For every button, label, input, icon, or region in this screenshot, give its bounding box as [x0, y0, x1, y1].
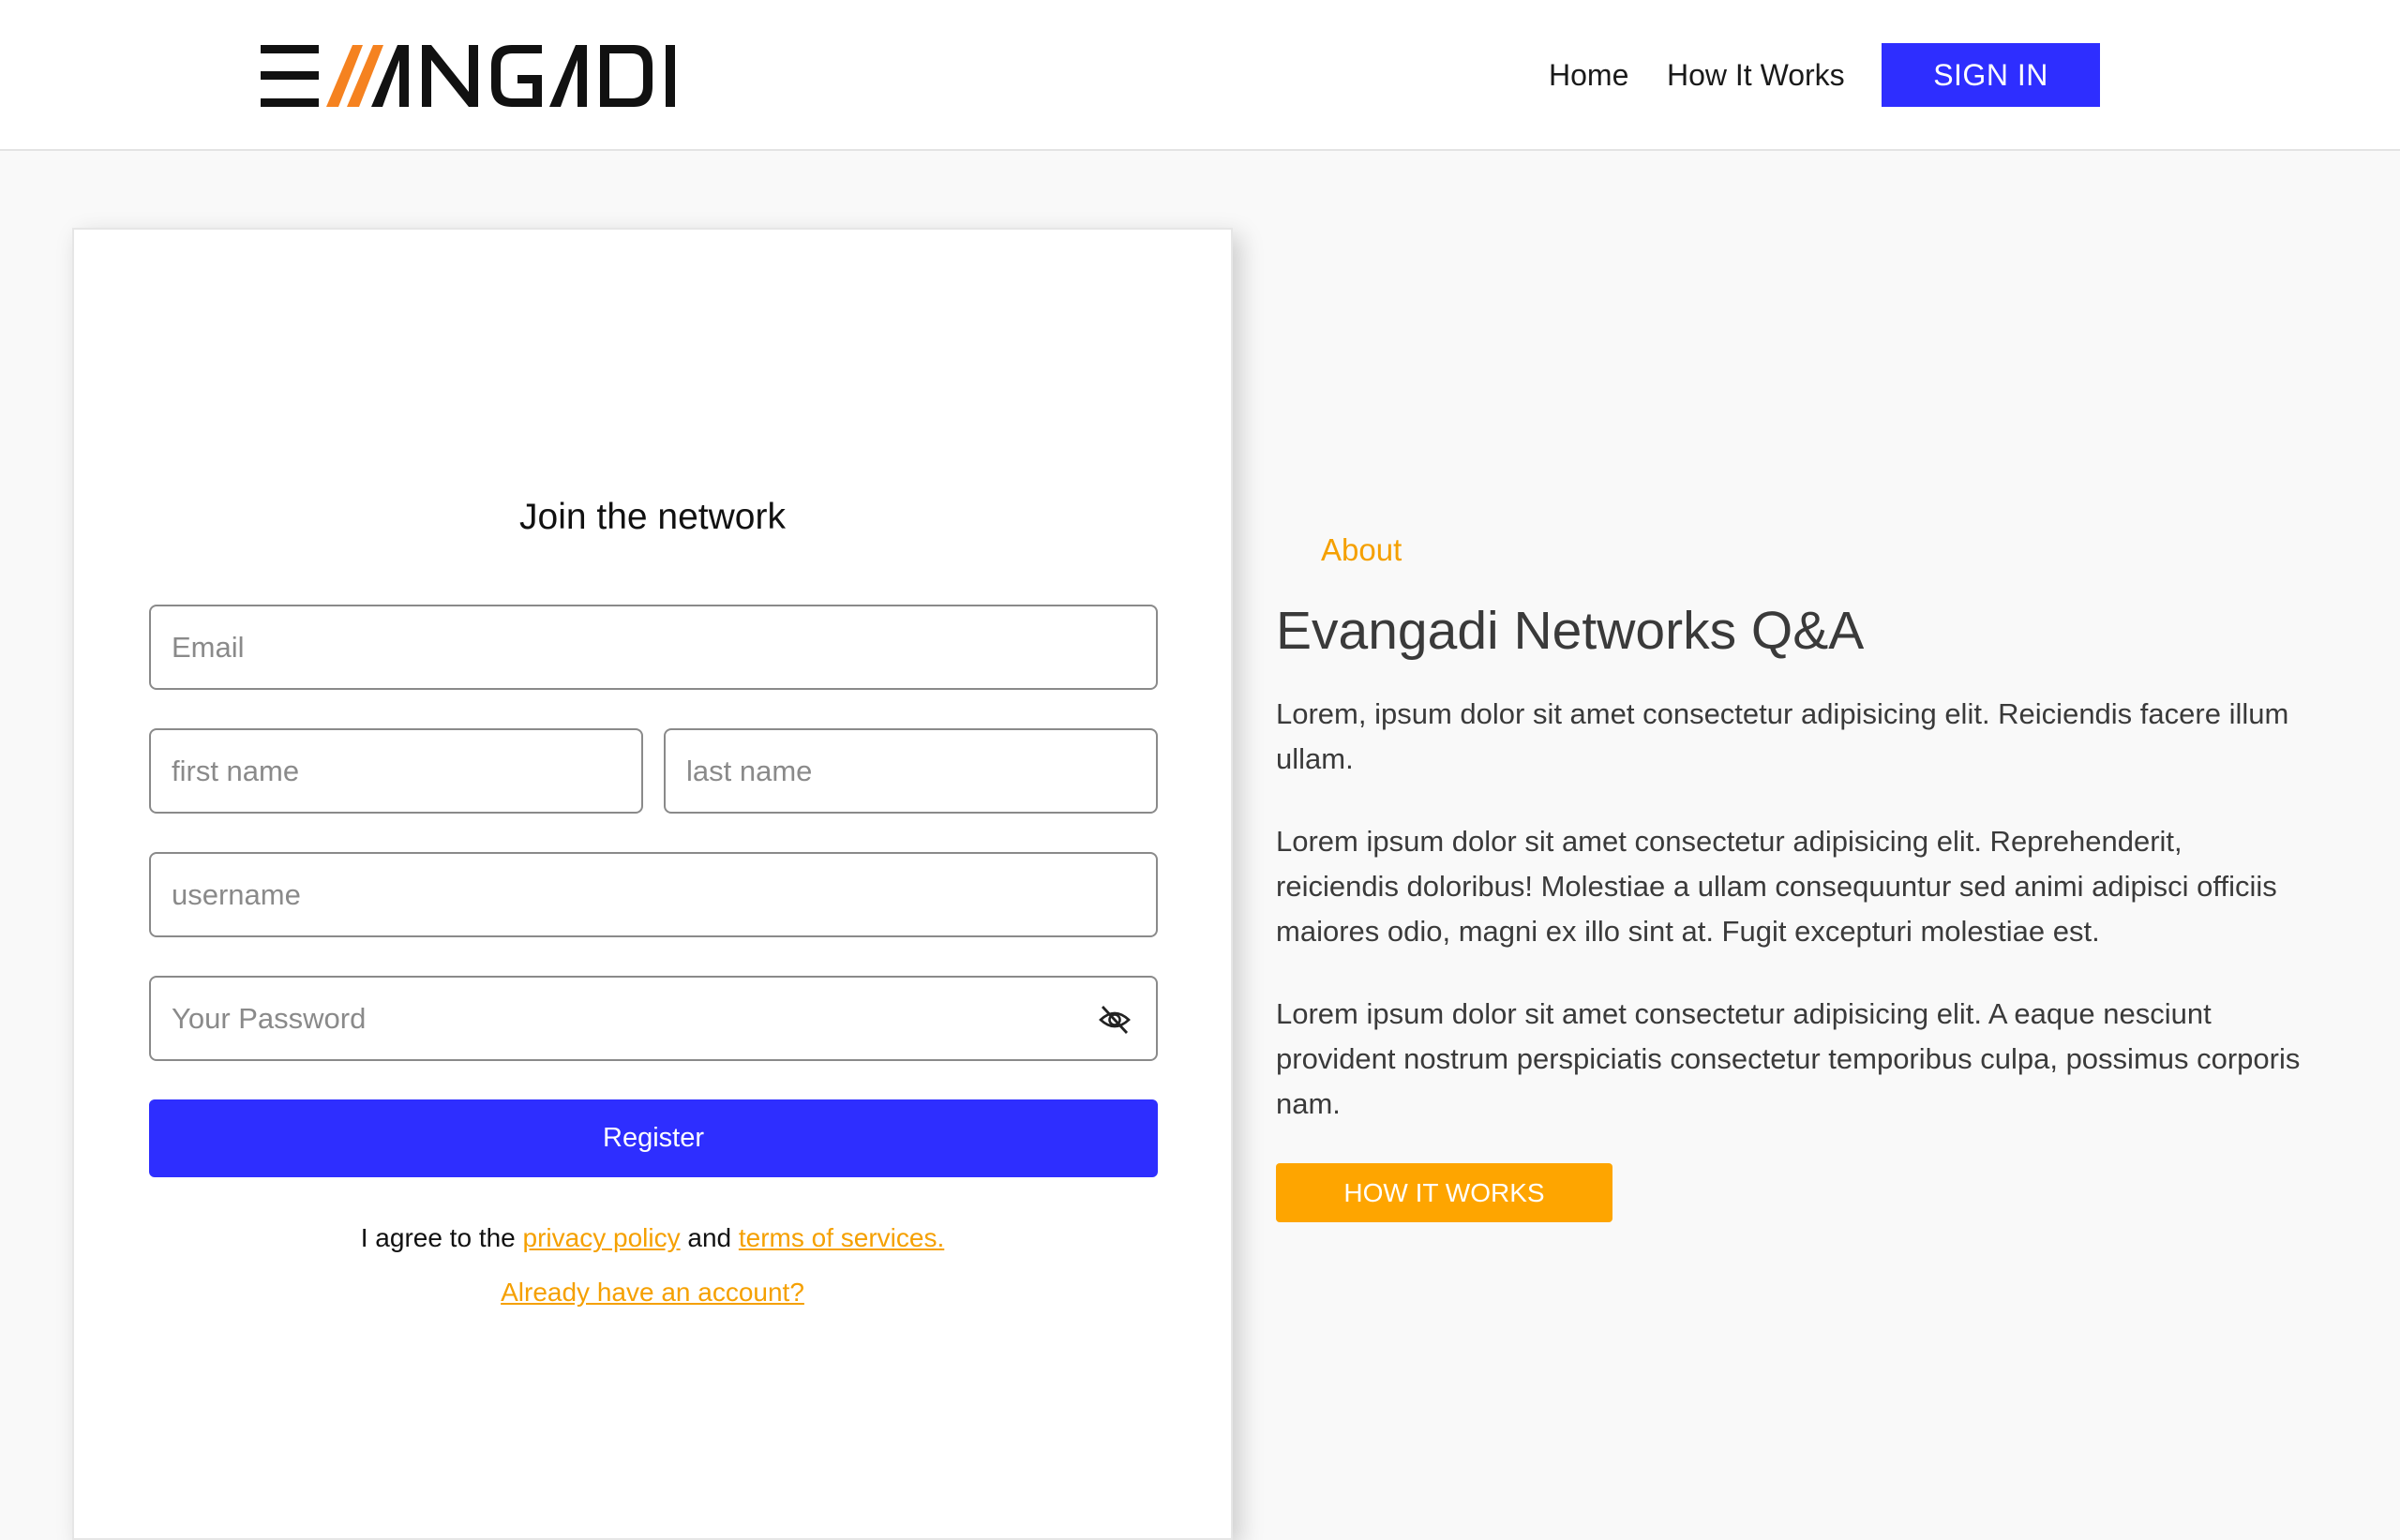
agreement-text: I agree to the privacy policy and terms … [74, 1223, 1231, 1253]
password-input[interactable] [172, 1001, 1135, 1036]
nav-how-it-works-link[interactable]: How It Works [1667, 43, 1845, 107]
form-title: Join the network [519, 497, 786, 537]
how-it-works-button[interactable]: HOW IT WORKS [1276, 1163, 1612, 1222]
agree-and: and [687, 1223, 732, 1252]
about-paragraph: Lorem ipsum dolor sit amet consectetur a… [1276, 825, 2277, 948]
already-have-account-link[interactable]: Already have an account? [501, 1278, 804, 1307]
username-input[interactable] [172, 877, 1135, 912]
main-nav: Home How It Works SIGN IN [0, 43, 2400, 107]
about-paragraph: Lorem, ipsum dolor sit amet consectetur … [1276, 697, 2289, 775]
agree-prefix: I agree to the [360, 1223, 516, 1252]
first-name-field[interactable] [149, 728, 643, 814]
privacy-policy-link[interactable]: privacy policy [523, 1223, 681, 1252]
email-input[interactable] [172, 630, 1135, 665]
first-name-input[interactable] [172, 754, 621, 788]
about-label: About [1321, 532, 1402, 567]
eye-slash-icon[interactable] [1098, 1004, 1132, 1036]
last-name-field[interactable] [664, 728, 1158, 814]
password-field[interactable] [149, 976, 1158, 1061]
email-field[interactable] [149, 605, 1158, 690]
register-card: Join the network Register I agree to the… [72, 228, 1233, 1540]
already-account-row: Already have an account? [74, 1278, 1231, 1308]
site-header: Home How It Works SIGN IN [0, 0, 2400, 151]
username-field[interactable] [149, 852, 1158, 937]
register-button[interactable]: Register [149, 1099, 1158, 1177]
nav-home-link[interactable]: Home [1549, 43, 1628, 107]
last-name-input[interactable] [686, 754, 1135, 788]
about-title: Evangadi Networks Q&A [1276, 601, 1865, 661]
about-paragraph: Lorem ipsum dolor sit amet consectetur a… [1276, 997, 2301, 1120]
sign-in-button[interactable]: SIGN IN [1882, 43, 2100, 107]
terms-link[interactable]: terms of services. [739, 1223, 944, 1252]
